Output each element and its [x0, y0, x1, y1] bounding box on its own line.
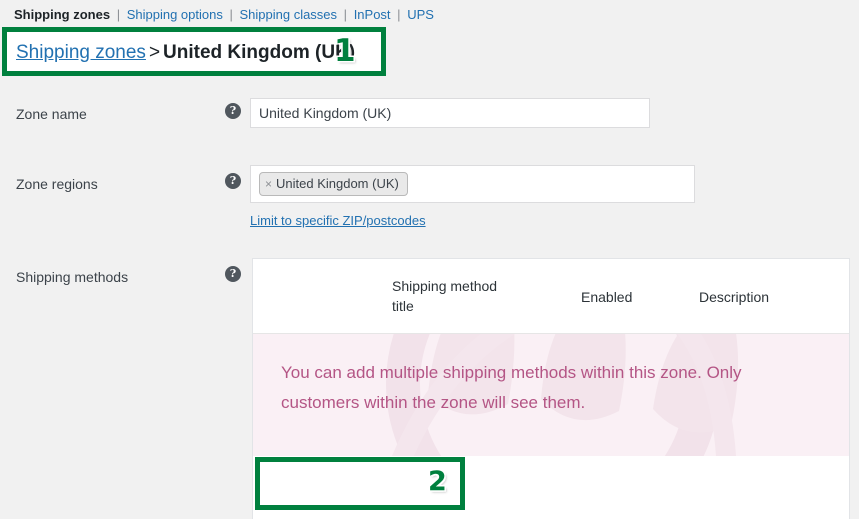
zone-name-input[interactable]: [250, 98, 650, 128]
subnav-item-inpost[interactable]: InPost: [354, 7, 391, 22]
remove-region-icon[interactable]: ×: [265, 177, 276, 191]
subnav-item-shipping-options[interactable]: Shipping options: [127, 7, 223, 22]
breadcrumb-separator: >: [148, 42, 161, 63]
zone-name-label: Zone name: [16, 106, 87, 122]
help-circle-icon[interactable]: ?: [225, 266, 241, 282]
help-circle-icon[interactable]: ?: [225, 103, 241, 119]
help-circle-icon[interactable]: ?: [225, 173, 241, 189]
subnav-item-shipping-classes[interactable]: Shipping classes: [239, 7, 337, 22]
column-header-description: Description: [699, 289, 770, 305]
region-tag[interactable]: × United Kingdom (UK): [259, 172, 408, 196]
subnav-item-shipping-zones[interactable]: Shipping zones: [14, 7, 110, 22]
shipping-methods-empty-state: You can add multiple shipping methods wi…: [253, 334, 849, 456]
shipping-methods-label: Shipping methods: [16, 269, 129, 285]
column-header-shipping-method-title: Shipping method title: [392, 278, 498, 314]
zone-regions-label: Zone regions: [16, 176, 98, 192]
breadcrumb-link-shipping-zones[interactable]: Shipping zones: [16, 42, 146, 63]
shipping-methods-empty-message: You can add multiple shipping methods wi…: [281, 363, 742, 412]
shipping-subnav: Shipping zones | Shipping options | Ship…: [14, 7, 434, 23]
subnav-item-ups[interactable]: UPS: [407, 7, 434, 22]
limit-to-zip-postcodes-link[interactable]: Limit to specific ZIP/postcodes: [250, 213, 426, 229]
breadcrumb: Shipping zones > United Kingdom (UK): [16, 42, 355, 64]
region-tag-label: United Kingdom (UK): [276, 176, 399, 191]
subnav-separator: |: [229, 7, 233, 22]
subnav-separator: |: [116, 7, 121, 22]
breadcrumb-current-zone: United Kingdom (UK): [163, 42, 356, 63]
annotation-number-1: 1: [334, 33, 356, 69]
shipping-methods-table-header: Shipping method title Enabled Descriptio…: [253, 259, 849, 334]
subnav-separator: |: [397, 7, 401, 22]
subnav-separator: |: [343, 7, 348, 22]
annotation-number-2: 2: [428, 466, 447, 497]
column-header-enabled: Enabled: [581, 289, 633, 305]
zone-regions-select[interactable]: × United Kingdom (UK): [250, 165, 695, 203]
